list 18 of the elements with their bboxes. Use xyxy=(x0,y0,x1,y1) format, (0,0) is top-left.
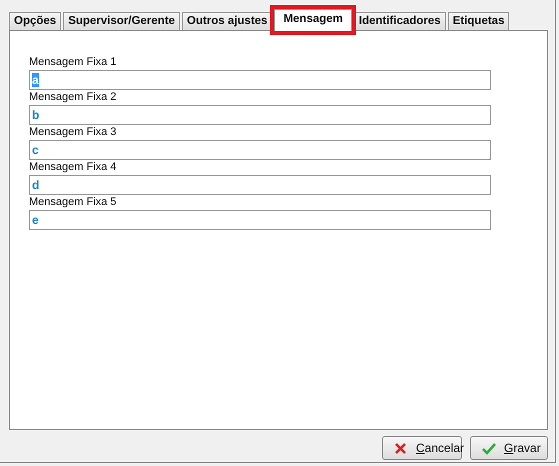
tab[interactable]: Identificadores xyxy=(354,12,446,30)
input-field[interactable]: e xyxy=(29,210,491,230)
x-icon xyxy=(393,440,408,456)
tab[interactable]: Supervisor/Gerente xyxy=(63,12,180,30)
tab[interactable]: Etiquetas xyxy=(448,12,510,30)
field-label: Mensagem Fixa 1 xyxy=(29,56,118,69)
input-field[interactable]: c xyxy=(29,140,491,160)
field-label: Mensagem Fixa 2 xyxy=(29,91,118,104)
field-label: Mensagem Fixa 3 xyxy=(29,126,118,139)
field-label: Mensagem Fixa 5 xyxy=(29,196,118,209)
save-button[interactable]: Gravar xyxy=(470,436,548,460)
tab[interactable]: Opções xyxy=(9,12,62,30)
cancel-button[interactable]: Cancelar xyxy=(382,436,462,460)
checkmark-icon xyxy=(481,440,496,456)
field-label: Mensagem Fixa 4 xyxy=(29,161,118,174)
input-field[interactable]: b xyxy=(29,105,491,125)
tab[interactable]: Outros ajustes xyxy=(182,12,272,30)
input-field[interactable]: d xyxy=(29,175,491,195)
